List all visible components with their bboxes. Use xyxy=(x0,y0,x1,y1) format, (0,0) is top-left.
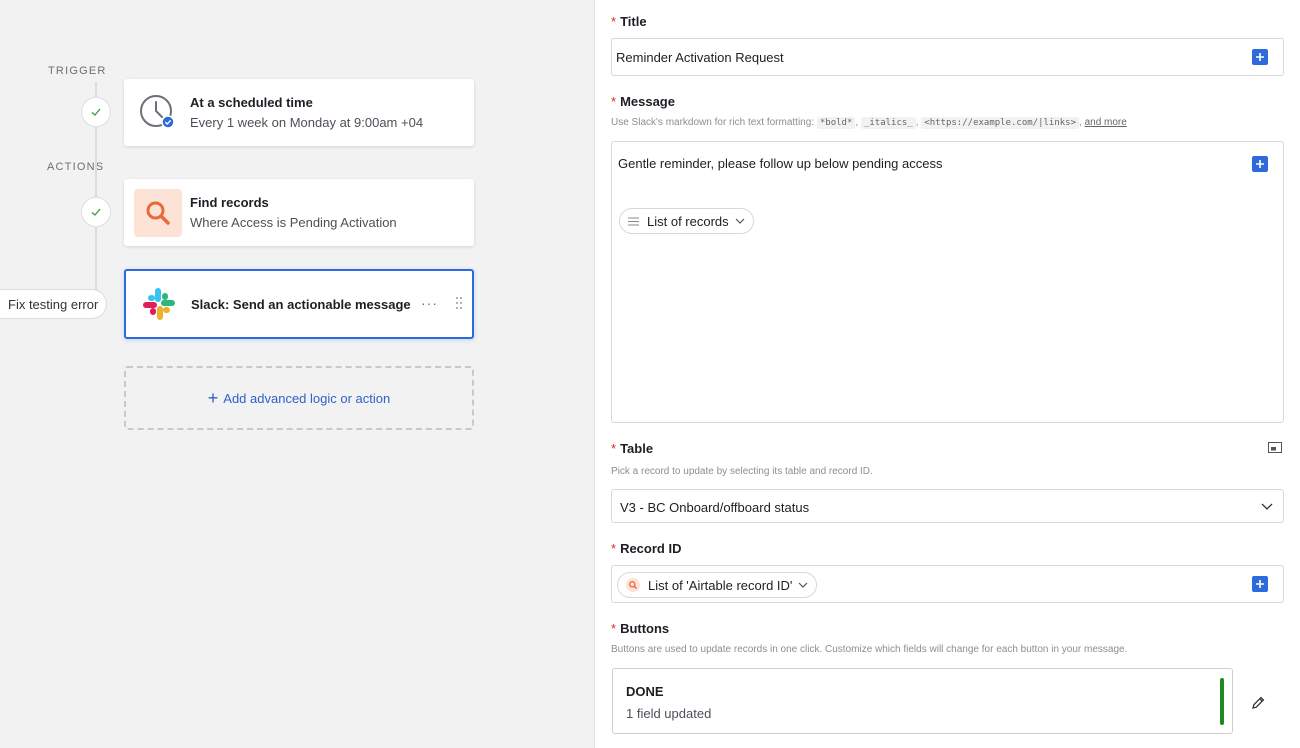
chevron-down-icon xyxy=(1261,503,1273,510)
add-action-label: Add advanced logic or action xyxy=(223,390,391,406)
record-id-token[interactable]: List of 'Airtable record ID' xyxy=(617,572,818,598)
required-mark: * xyxy=(611,621,617,636)
trigger-status-check xyxy=(81,97,111,127)
button-detail: 1 field updated xyxy=(626,706,712,721)
message-hint-text: Use Slack's markdown for rich text forma… xyxy=(611,117,815,128)
clock-icon xyxy=(134,89,182,137)
automation-canvas: TRIGGER ACTIONS At a scheduled time Ever… xyxy=(0,0,595,748)
hint-italics-code: _italics_ xyxy=(860,117,916,129)
record-id-input[interactable]: List of 'Airtable record ID' xyxy=(611,565,1284,603)
list-icon xyxy=(628,217,639,226)
title-field-label: * Title xyxy=(611,14,647,29)
required-mark: * xyxy=(611,94,617,109)
insert-field-button[interactable] xyxy=(1252,576,1268,592)
message-value[interactable]: Gentle reminder, please follow up below … xyxy=(618,156,942,171)
chevron-down-icon xyxy=(798,582,808,588)
trigger-card[interactable]: At a scheduled time Every 1 week on Mond… xyxy=(124,79,474,146)
message-input[interactable]: Gentle reminder, please follow up below … xyxy=(611,141,1284,423)
required-mark: * xyxy=(611,541,617,556)
title-label-text: Title xyxy=(620,14,647,29)
add-action-button[interactable]: + Add advanced logic or action xyxy=(124,366,474,430)
table-select[interactable]: V3 - BC Onboard/offboard status xyxy=(611,489,1284,523)
required-mark: * xyxy=(611,14,617,29)
action-config-panel: * Title Reminder Activation Request * Mess… xyxy=(596,0,1300,748)
title-input[interactable]: Reminder Activation Request xyxy=(611,38,1284,76)
button-name: DONE xyxy=(626,684,664,699)
find-records-card[interactable]: Find records Where Access is Pending Act… xyxy=(124,179,474,246)
search-icon xyxy=(134,188,182,237)
drag-handle-icon[interactable] xyxy=(454,296,464,310)
find-records-title: Find records xyxy=(190,195,269,210)
record-id-label-text: Record ID xyxy=(620,541,682,556)
buttons-field-label: * Buttons xyxy=(611,621,669,636)
record-id-field-label: * Record ID xyxy=(611,541,681,556)
button-config-card[interactable]: DONE 1 field updated xyxy=(612,668,1233,734)
expand-panel-icon[interactable] xyxy=(1268,442,1282,453)
hint-bold-code: *bold* xyxy=(816,117,856,129)
token-label: List of 'Airtable record ID' xyxy=(648,577,793,593)
required-mark: * xyxy=(611,441,617,456)
slack-action-card[interactable]: Slack: Send an actionable message ··· xyxy=(124,269,474,339)
checkmark-icon xyxy=(91,208,101,216)
table-hint: Pick a record to update by selecting its… xyxy=(611,466,873,477)
trigger-title: At a scheduled time xyxy=(190,95,313,110)
plus-icon xyxy=(1256,53,1264,61)
message-field-label: * Message xyxy=(611,94,675,109)
and-more-link[interactable]: and more xyxy=(1085,117,1127,128)
checkmark-icon xyxy=(91,108,101,116)
trigger-schedule: Every 1 week on Monday at 9:00am +04 xyxy=(190,115,424,130)
token-label: List of records xyxy=(647,213,729,229)
slack-action-title: Slack: Send an actionable message xyxy=(191,296,411,312)
insert-field-button[interactable] xyxy=(1252,156,1268,172)
slack-icon xyxy=(135,280,183,328)
fix-testing-error-button[interactable]: Fix testing error xyxy=(0,289,108,319)
table-field-label: * Table xyxy=(611,441,653,456)
trigger-section-label: TRIGGER xyxy=(48,65,107,77)
plus-icon: + xyxy=(207,388,219,408)
search-icon xyxy=(626,578,640,592)
insert-field-button[interactable] xyxy=(1252,49,1268,65)
more-options-icon[interactable]: ··· xyxy=(421,295,438,311)
table-label-text: Table xyxy=(620,441,654,456)
chevron-down-icon xyxy=(735,218,745,224)
list-of-records-token[interactable]: List of records xyxy=(619,208,754,234)
edit-pencil-icon[interactable] xyxy=(1250,695,1266,711)
find-status-check xyxy=(81,197,111,227)
plus-icon xyxy=(1256,160,1264,168)
hint-links-code: <https://example.com/|links> xyxy=(921,117,1080,129)
find-records-condition: Where Access is Pending Activation xyxy=(190,215,397,230)
buttons-label-text: Buttons xyxy=(620,621,670,636)
table-value: V3 - BC Onboard/offboard status xyxy=(620,500,810,515)
plus-icon xyxy=(1256,580,1264,588)
message-label-text: Message xyxy=(620,94,675,109)
buttons-hint: Buttons are used to update records in on… xyxy=(611,644,1128,655)
button-color-bar xyxy=(1220,678,1224,725)
title-value[interactable]: Reminder Activation Request xyxy=(616,50,784,65)
message-hint: Use Slack's markdown for rich text forma… xyxy=(611,117,1127,129)
